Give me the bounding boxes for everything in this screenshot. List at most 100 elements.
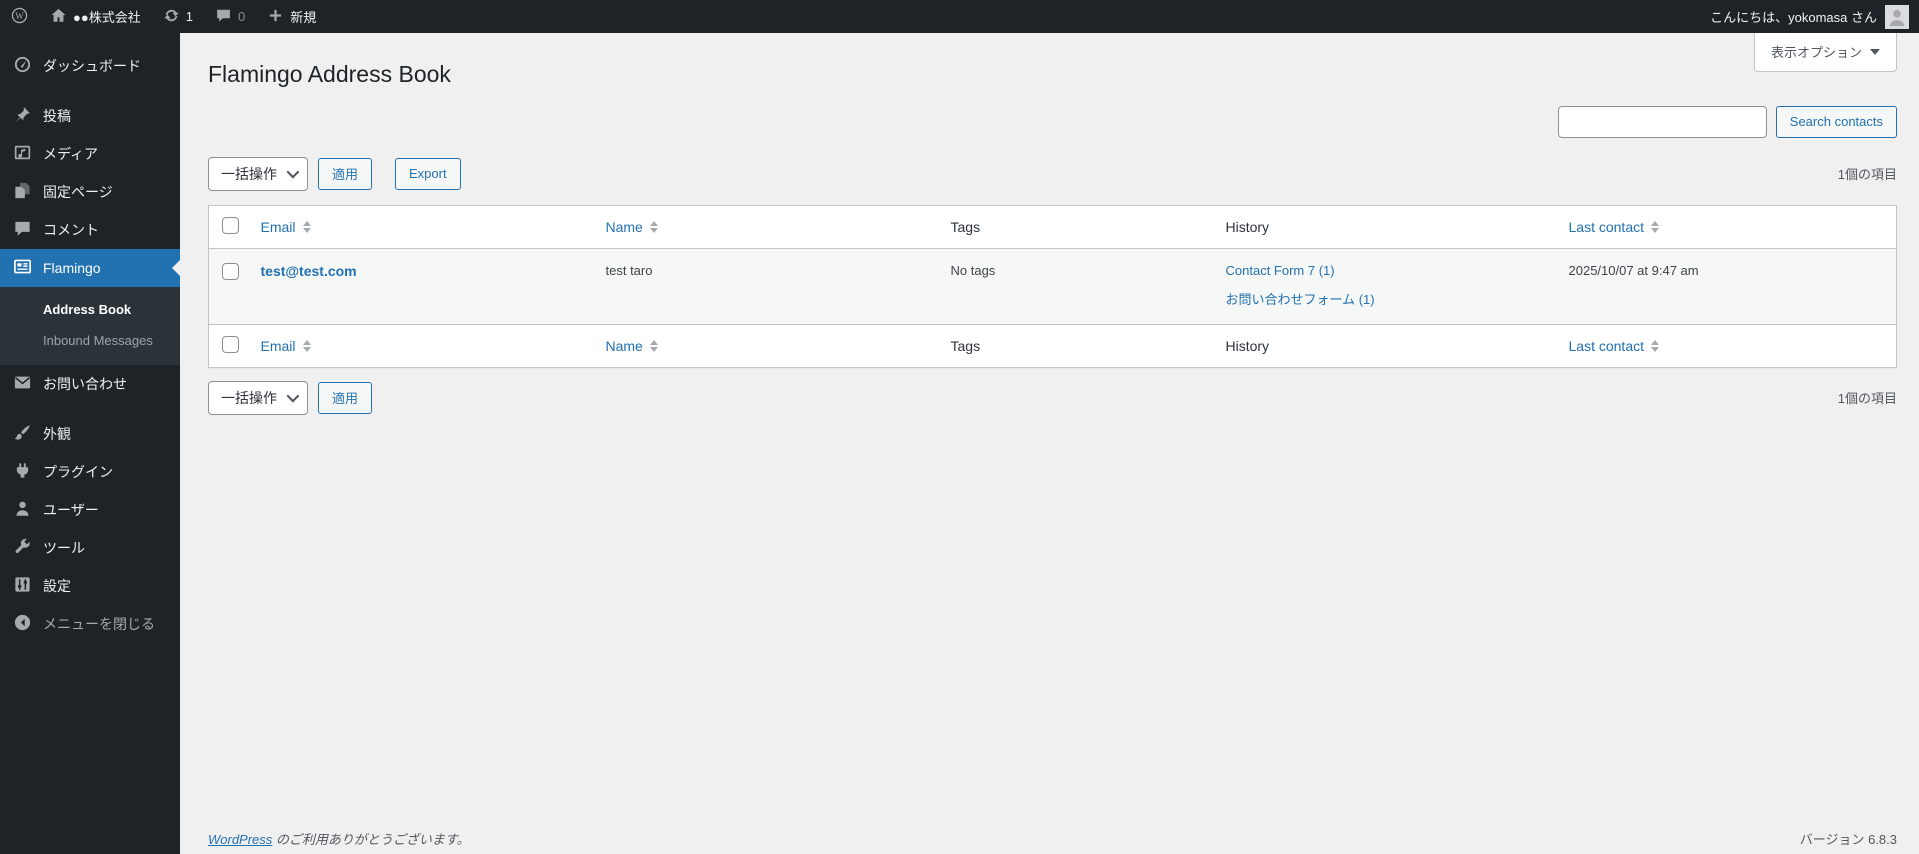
menu-separator xyxy=(0,85,180,97)
admin-bar: W ●●株式会社 1 0 新規 こんにちは、yokomasa さん xyxy=(0,0,1919,33)
brush-icon xyxy=(13,423,32,445)
sidebar-item-label: 外観 xyxy=(43,426,71,442)
bulk-action-label: 一括操作 xyxy=(221,165,277,182)
updates-menu[interactable]: 1 xyxy=(152,0,204,33)
submenu-item-label: Inbound Messages xyxy=(43,333,153,348)
select-all-checkbox[interactable] xyxy=(222,335,239,353)
sort-icon xyxy=(302,339,311,352)
row-checkbox[interactable] xyxy=(222,262,239,280)
sidebar-item-label: コメント xyxy=(43,222,99,238)
update-icon xyxy=(163,7,180,27)
column-header-last-contact[interactable]: Last contact xyxy=(1568,218,1659,235)
column-header-name[interactable]: Name xyxy=(606,338,658,354)
select-all-checkbox[interactable] xyxy=(222,216,239,234)
home-icon xyxy=(50,7,67,27)
chevron-down-icon xyxy=(286,390,300,403)
comment-icon xyxy=(13,219,32,241)
bulk-action-select[interactable]: 一括操作 xyxy=(208,380,308,415)
column-label: Last contact xyxy=(1568,337,1645,354)
sidebar-item-dashboard[interactable]: ダッシュボード xyxy=(0,47,180,85)
sort-icon xyxy=(649,220,658,233)
apply-button[interactable]: 適用 xyxy=(318,381,373,414)
collapse-menu-button[interactable]: メニューを閉じる xyxy=(0,605,180,643)
sidebar-item-users[interactable]: ユーザー xyxy=(0,491,180,529)
search-box: Search contacts xyxy=(208,105,1897,138)
search-input[interactable] xyxy=(1557,105,1767,138)
submenu-item-inbound-messages[interactable]: Inbound Messages xyxy=(0,325,180,356)
footer-version: バージョン 6.8.3 xyxy=(1799,832,1897,847)
table-row: test@test.com test taro No tags Contact … xyxy=(208,248,1897,325)
sidebar-item-posts[interactable]: 投稿 xyxy=(0,97,180,135)
column-header-tags: Tags xyxy=(950,337,981,354)
bulk-action-label: 一括操作 xyxy=(221,389,277,406)
sidebar-item-contact[interactable]: お問い合わせ xyxy=(0,365,180,403)
new-label: 新規 xyxy=(290,10,317,25)
screen-options-label: 表示オプション xyxy=(1770,45,1862,60)
menu-separator xyxy=(0,403,180,415)
comment-icon xyxy=(215,7,232,27)
sidebar-item-label: お問い合わせ xyxy=(43,376,127,392)
admin-bar-left: W ●●株式会社 1 0 新規 xyxy=(0,0,327,33)
sidebar-item-tools[interactable]: ツール xyxy=(0,529,180,567)
chevron-down-icon xyxy=(1870,48,1880,55)
last-contact-date: 2025/10/07 at 9:47 am xyxy=(1568,262,1699,278)
pushpin-icon xyxy=(13,105,32,127)
submenu-item-label: Address Book xyxy=(43,302,132,317)
chevron-down-icon xyxy=(286,166,300,179)
comments-menu[interactable]: 0 xyxy=(204,0,256,33)
new-content-menu[interactable]: 新規 xyxy=(256,0,327,33)
sidebar-item-settings[interactable]: 設定 xyxy=(0,567,180,605)
admin-bar-account[interactable]: こんにちは、yokomasa さん xyxy=(1700,0,1919,33)
wordpress-link[interactable]: WordPress xyxy=(208,832,272,847)
avatar-icon xyxy=(1885,4,1909,29)
search-contacts-button[interactable]: Search contacts xyxy=(1775,105,1897,138)
history-link[interactable]: Contact Form 7 (1) xyxy=(1226,263,1549,278)
contact-email-link[interactable]: test@test.com xyxy=(261,263,357,279)
sidebar-item-plugins[interactable]: プラグイン xyxy=(0,453,180,491)
screen-options-button[interactable]: 表示オプション xyxy=(1753,33,1897,72)
history-link[interactable]: お問い合わせフォーム (1) xyxy=(1226,289,1549,308)
sidebar-item-label: ツール xyxy=(43,540,85,556)
table-footer-row: Email Name Tags History Last contact xyxy=(208,323,1897,368)
column-header-email[interactable]: Email xyxy=(261,338,311,354)
contact-tags: No tags xyxy=(950,262,996,278)
sidebar-item-comments[interactable]: コメント xyxy=(0,211,180,249)
sidebar-item-label: 設定 xyxy=(43,578,71,594)
sort-icon xyxy=(1651,339,1659,352)
column-label: Last contact xyxy=(1568,218,1645,235)
column-label: Name xyxy=(605,218,643,235)
sidebar-item-media[interactable]: メディア xyxy=(0,135,180,173)
sort-icon xyxy=(649,339,658,352)
bulk-action-select[interactable]: 一括操作 xyxy=(208,156,308,191)
wp-logo-button[interactable]: W xyxy=(0,0,39,33)
sidebar-item-flamingo[interactable]: Flamingo xyxy=(0,249,180,287)
envelope-icon xyxy=(13,373,32,395)
collapse-icon xyxy=(13,613,32,635)
sliders-icon xyxy=(13,575,32,597)
media-icon xyxy=(13,143,32,165)
submenu-item-address-book[interactable]: Address Book xyxy=(0,294,180,325)
tablenav-top: 一括操作 適用 Export 1個の項目 xyxy=(208,156,1897,191)
column-header-history: History xyxy=(1225,218,1270,235)
table-header-row: Email Name Tags History Last contact xyxy=(208,205,1897,249)
column-header-email[interactable]: Email xyxy=(261,219,311,235)
sidebar-item-appearance[interactable]: 外観 xyxy=(0,415,180,453)
main-content: 表示オプション Flamingo Address Book Search con… xyxy=(180,33,1919,854)
item-count: 1個の項目 xyxy=(1837,167,1897,183)
sort-icon xyxy=(302,220,311,233)
export-button[interactable]: Export xyxy=(395,157,461,190)
contact-name: test taro xyxy=(605,262,653,278)
item-count: 1個の項目 xyxy=(1837,391,1897,407)
column-header-name[interactable]: Name xyxy=(606,219,658,235)
svg-text:W: W xyxy=(15,10,24,20)
collapse-menu-label: メニューを閉じる xyxy=(43,616,155,632)
address-card-icon xyxy=(13,257,32,279)
site-name-menu[interactable]: ●●株式会社 xyxy=(39,0,152,33)
apply-button[interactable]: 適用 xyxy=(318,157,373,190)
sidebar-item-label: メディア xyxy=(43,146,99,162)
sidebar-item-label: 投稿 xyxy=(43,108,71,124)
footer-thanks: WordPress のご利用ありがとうございます。 xyxy=(208,829,470,848)
column-header-last-contact[interactable]: Last contact xyxy=(1568,337,1659,354)
wp-logo-icon: W xyxy=(11,7,28,27)
sidebar-item-pages[interactable]: 固定ページ xyxy=(0,173,180,211)
